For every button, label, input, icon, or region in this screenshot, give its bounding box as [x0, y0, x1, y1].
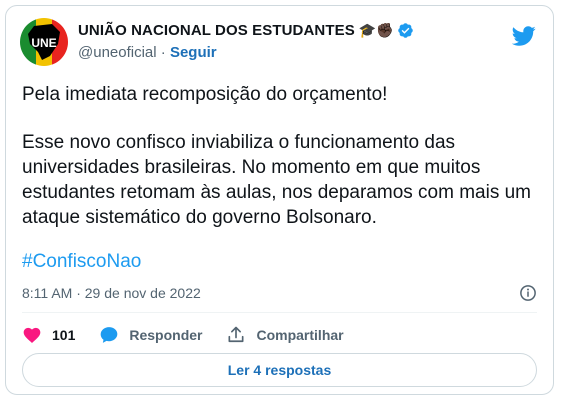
- tweet-header: UNE UNIÃO NACIONAL DOS ESTUDANTES 🎓✊🏿 @u…: [20, 18, 540, 68]
- read-replies-button[interactable]: Ler 4 respostas: [22, 353, 537, 387]
- une-logo-avatar: UNE: [20, 18, 68, 66]
- heart-icon: [23, 327, 41, 343]
- tweet-paragraph-2: Esse novo confisco inviabiliza o funcion…: [22, 132, 532, 228]
- verified-badge-icon: [397, 23, 413, 38]
- name-emoji: 🎓✊🏿: [358, 22, 394, 38]
- reply-button[interactable]: Responder: [99, 325, 202, 345]
- share-label: Compartilhar: [256, 327, 344, 343]
- read-replies-label: Ler 4 respostas: [227, 362, 332, 378]
- twitter-bird-icon[interactable]: [512, 24, 536, 48]
- like-count: 101: [52, 327, 76, 343]
- divider: [22, 312, 537, 313]
- display-name-row[interactable]: UNIÃO NACIONAL DOS ESTUDANTES 🎓✊🏿: [78, 22, 414, 39]
- reply-label: Responder: [129, 327, 203, 343]
- avatar-text: UNE: [31, 36, 56, 50]
- share-icon: [228, 326, 244, 343]
- follow-button[interactable]: Seguir: [170, 44, 217, 61]
- info-icon[interactable]: [519, 284, 537, 302]
- handle[interactable]: @uneoficial: [78, 44, 157, 61]
- handle-row: @uneoficial · Seguir: [78, 44, 217, 61]
- share-button[interactable]: Compartilhar: [226, 325, 344, 345]
- separator: ·: [160, 44, 166, 61]
- speech-bubble-icon: [101, 327, 118, 343]
- tweet-text: Pela imediata recomposição do orçamento!…: [22, 82, 537, 230]
- avatar[interactable]: UNE: [20, 18, 68, 66]
- display-name[interactable]: UNIÃO NACIONAL DOS ESTUDANTES: [78, 22, 355, 39]
- tweet-card: UNE UNIÃO NACIONAL DOS ESTUDANTES 🎓✊🏿 @u…: [5, 5, 554, 395]
- hashtag-link[interactable]: #ConfiscoNao: [22, 251, 141, 273]
- timestamp[interactable]: 8:11 AM · 29 de nov de 2022: [22, 285, 201, 301]
- tweet-paragraph-1: Pela imediata recomposição do orçamento!: [22, 84, 388, 105]
- action-bar: 101 Responder Compartilhar: [22, 324, 368, 346]
- like-button[interactable]: 101: [22, 325, 75, 345]
